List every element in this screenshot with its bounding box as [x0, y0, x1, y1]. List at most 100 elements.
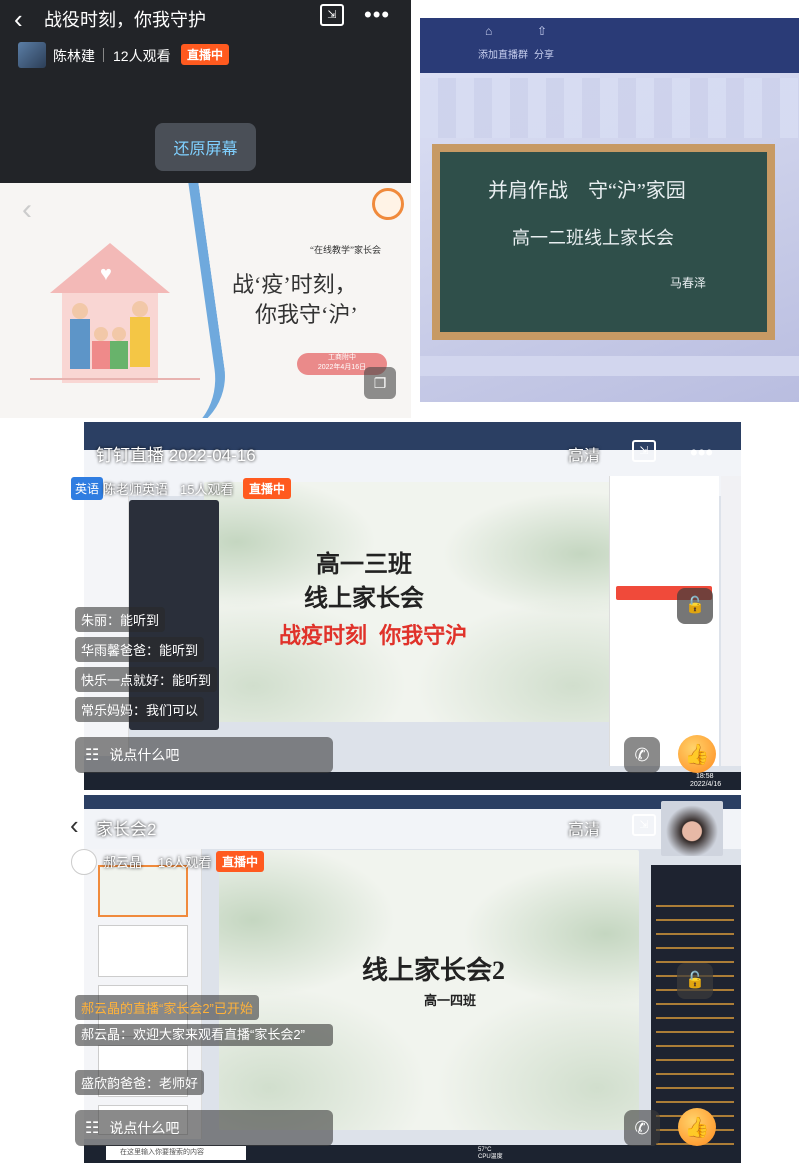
- slide-subtitle: “在线教学”家长会: [310, 245, 381, 255]
- room-title: 家长会2: [96, 820, 157, 839]
- copy-icon[interactable]: ❐: [364, 367, 396, 399]
- comment-icon: ☷: [85, 1120, 100, 1137]
- lock-icon[interactable]: 🔓: [677, 963, 713, 999]
- live-badge: 直播中: [181, 44, 230, 65]
- slide-thumbnail[interactable]: [98, 925, 188, 977]
- slide-thumbnail[interactable]: [98, 865, 188, 917]
- slide-line2: 高一四班: [424, 993, 477, 1008]
- divider: [103, 48, 104, 62]
- add-live-group-label[interactable]: 添加直播群: [478, 46, 528, 61]
- back-icon[interactable]: ‹: [14, 4, 23, 35]
- slide-line3: 战疫时刻 你我守沪: [279, 623, 468, 648]
- chat-text: 能听到: [159, 643, 199, 658]
- webcam-preview: [661, 801, 723, 856]
- chalkboard-line1: 并肩作战 守“沪”家园: [488, 180, 686, 202]
- taskbar-search-placeholder: 在这里输入你要搜索的内容: [120, 1149, 204, 1156]
- call-icon[interactable]: ✆: [624, 1110, 660, 1146]
- comment-placeholder: 说点什么吧: [109, 1120, 180, 1136]
- chalkboard-line2: 高一二班线上家长会: [512, 228, 674, 248]
- panel-2-photo: ⌂ 添加直播群 ⇧ 分享 并肩作战 守“沪”家园 高一二班线上家长会 马春泽: [420, 18, 799, 402]
- slide-line2: 线上家长会: [304, 586, 424, 612]
- slide-title-line1: 战‘疫’时刻，: [232, 272, 357, 297]
- viewer-count: 16人观看: [158, 855, 212, 870]
- call-icon[interactable]: ✆: [624, 737, 660, 773]
- chat-user: 朱丽: [81, 613, 108, 628]
- windows-taskbar: [84, 772, 741, 790]
- host-name: 陈林建: [53, 48, 95, 64]
- host-name: 陈老师英语: [103, 482, 169, 497]
- hd-quality-button[interactable]: 高清: [568, 442, 600, 466]
- chat-user: 华雨馨爸爸: [81, 643, 147, 658]
- panel-4-live-room: 线上家长会2 高一四班 🔓 在这里输入你要搜索的内容 57°C CPU温度: [84, 795, 741, 1163]
- family-house-illustration: ♥: [50, 243, 170, 383]
- like-icon[interactable]: 👍: [678, 1108, 716, 1146]
- viewer-count: 12人观看: [113, 48, 171, 64]
- avatar[interactable]: [71, 849, 97, 875]
- comment-icon: ☷: [85, 747, 100, 764]
- panel-3-live-room: 高一三班 线上家长会 战疫时刻 你我守沪 🔓 18:58 2022/4/16: [84, 422, 741, 790]
- shared-slide: ‹ ♥ “在线教学”家长会 战‘疫’时刻， 你我守‘沪’ 工商附中 2022年4…: [0, 183, 411, 418]
- room-title: 战役时刻，你我守护: [44, 10, 206, 30]
- screen-cast-icon[interactable]: ⇲: [320, 4, 344, 26]
- side-tool-strip: [721, 476, 741, 766]
- screen-cast-icon[interactable]: ⇲: [632, 814, 656, 836]
- school-name: 工商附中: [328, 354, 356, 361]
- lock-icon[interactable]: 🔓: [677, 588, 713, 624]
- chat-text: 能听到: [120, 613, 160, 628]
- share-label[interactable]: 分享: [534, 46, 554, 61]
- taskbar-weather: 57°C CPU温度: [478, 1147, 503, 1160]
- chat-text: 老师好: [159, 1076, 199, 1091]
- back-icon[interactable]: ‹: [70, 810, 79, 841]
- chat-message: 郝云晶：欢迎大家来观看直播“家长会2”: [75, 1024, 333, 1046]
- restore-screen-label: 还原屏幕: [173, 141, 238, 158]
- like-icon[interactable]: 👍: [678, 735, 716, 773]
- more-icon[interactable]: •••: [364, 2, 390, 28]
- ppt-titlebar: [84, 795, 741, 809]
- hd-quality-button[interactable]: 高清: [568, 816, 600, 840]
- chat-message: 华雨馨爸爸：能听到: [75, 637, 205, 662]
- comment-placeholder: 说点什么吧: [109, 747, 180, 763]
- chat-text: 能听到: [172, 673, 212, 688]
- live-started-notice: 郝云晶的直播“家长会2”已开始: [75, 995, 259, 1020]
- taskbar-clock-time: 18:58: [696, 773, 714, 780]
- chat-message: 朱丽：能听到: [75, 607, 166, 632]
- status-bar: [420, 356, 799, 376]
- chalkboard-author: 马春泽: [670, 276, 707, 290]
- viewer-count: 15人观看: [180, 482, 234, 497]
- taskbar-clock-date: 2022/4/16: [690, 781, 722, 788]
- chat-message: 快乐一点就好：能听到: [75, 667, 218, 692]
- live-badge: 直播中: [216, 851, 265, 872]
- slide-title-line2: 你我守‘沪’: [255, 302, 358, 327]
- ppt-ribbon: [420, 78, 799, 138]
- live-badge: 直播中: [243, 478, 292, 499]
- screen-cast-icon[interactable]: ⇲: [632, 440, 656, 462]
- chat-text: 我们可以: [146, 703, 199, 718]
- chalkboard-slide: 并肩作战 守“沪”家园 高一二班线上家长会 马春泽: [432, 144, 775, 340]
- slide-line1: 线上家长会2: [362, 956, 506, 985]
- add-live-group-icon[interactable]: ⌂: [485, 24, 492, 38]
- subject-badge: 英语: [71, 477, 104, 500]
- chat-message: 盛欣韵爸爸：老师好: [75, 1070, 205, 1095]
- host-name: 郝云晶: [103, 855, 143, 870]
- room-title: 钉钉直播 2022-04-16: [96, 446, 256, 465]
- chat-user: 盛欣韵爸爸: [81, 1076, 147, 1091]
- chat-user: 快乐一点就好: [81, 673, 160, 688]
- chat-message: 常乐妈妈：我们可以: [75, 697, 205, 722]
- slide-line1: 高一三班: [316, 552, 412, 578]
- dark-top-bar: [420, 18, 799, 73]
- avatar[interactable]: [18, 42, 46, 68]
- share-icon[interactable]: ⇧: [537, 24, 547, 38]
- chat-user: 郝云晶: [81, 1027, 121, 1042]
- slide-chevron-icon: ‹: [22, 193, 32, 226]
- chat-text: 欢迎大家来观看直播“家长会2”: [133, 1027, 305, 1042]
- more-icon[interactable]: •••: [690, 440, 713, 466]
- comment-input[interactable]: ☷ 说点什么吧: [75, 1110, 333, 1146]
- ground-line: [30, 378, 200, 380]
- panel-1-live-room: ‹ 战役时刻，你我守护 ⇲ ••• 陈林建 12人观看 直播中 还原屏幕 ‹ ♥…: [0, 0, 411, 418]
- taskbar-search[interactable]: 在这里输入你要搜索的内容: [106, 1146, 246, 1160]
- restore-screen-button[interactable]: 还原屏幕: [155, 123, 256, 171]
- back-icon[interactable]: ‹: [70, 436, 79, 467]
- chat-user: 常乐妈妈: [81, 703, 134, 718]
- comment-input[interactable]: ☷ 说点什么吧: [75, 737, 333, 773]
- school-logo: [372, 188, 404, 220]
